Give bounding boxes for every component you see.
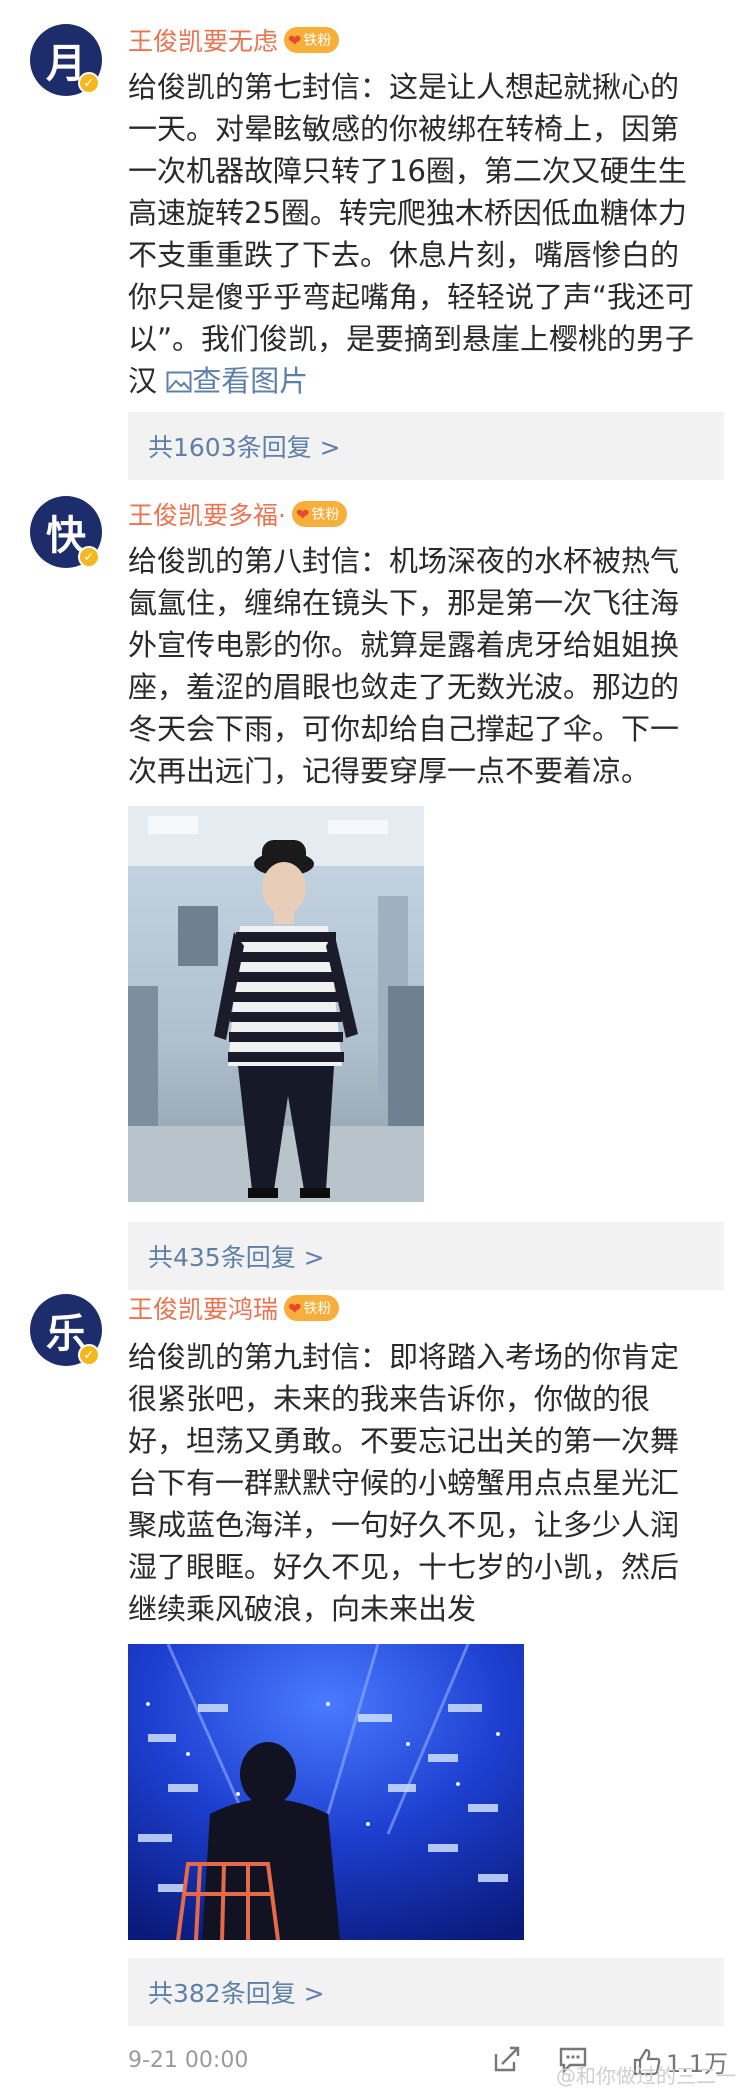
watermark: @和你做过的三二一 (556, 2064, 736, 2088)
verified-badge-icon: ✓ (78, 72, 100, 94)
heart-icon: ❤ (295, 504, 310, 524)
fan-badge-label: 铁粉 (311, 507, 340, 523)
replies-link[interactable]: 共435条回复 > (128, 1222, 724, 1290)
fan-badge: ❤ 铁粉 (284, 1295, 340, 1321)
heart-icon: ❤ (288, 30, 302, 50)
comment-text: 给俊凯的第八封信：机场深夜的水杯被热气 氤氲住，缠绵在镜头下，那是第一次飞往海 … (128, 544, 680, 788)
fan-badge-label: 铁粉 (303, 33, 332, 49)
heart-icon: ❤ (288, 1298, 302, 1318)
comment-text: 给俊凯的第七封信：这是让人想起就揪心的 一天。对晕眩敏感的你被绑在转椅上，因第 … (128, 70, 695, 398)
post-photo-airport[interactable] (128, 806, 424, 1202)
timestamp: 9-21 00:00 (128, 2048, 249, 2073)
post-photo-stage[interactable] (128, 1644, 524, 1940)
share-button[interactable] (492, 2044, 522, 2074)
image-icon (166, 371, 192, 393)
verified-badge-icon: ✓ (78, 546, 100, 568)
username[interactable]: 王俊凯要鸿瑞 (128, 1290, 278, 1326)
replies-link[interactable]: 共382条回复 > (128, 1958, 724, 2026)
username[interactable]: 王俊凯要无虑 (128, 22, 278, 58)
comment-text: 给俊凯的第九封信：即将踏入考场的你肯定 很紧张吧，未来的我来告诉你，你做的很 好… (128, 1340, 680, 1626)
verified-badge-icon: ✓ (78, 1344, 100, 1366)
fan-badge: ❤ 铁粉 (291, 501, 348, 527)
username[interactable]: 王俊凯要多福· (128, 496, 286, 532)
post-footer: 9-21 00:00 1.1万 @和你做过的三二一 (0, 2040, 750, 2096)
fan-badge-label: 铁粉 (303, 1301, 332, 1317)
fan-badge: ❤ 铁粉 (284, 27, 340, 53)
replies-link[interactable]: 共1603条回复 > (128, 412, 724, 480)
view-pictures-link[interactable]: 查看图片 (166, 364, 308, 398)
share-icon (494, 2046, 520, 2072)
